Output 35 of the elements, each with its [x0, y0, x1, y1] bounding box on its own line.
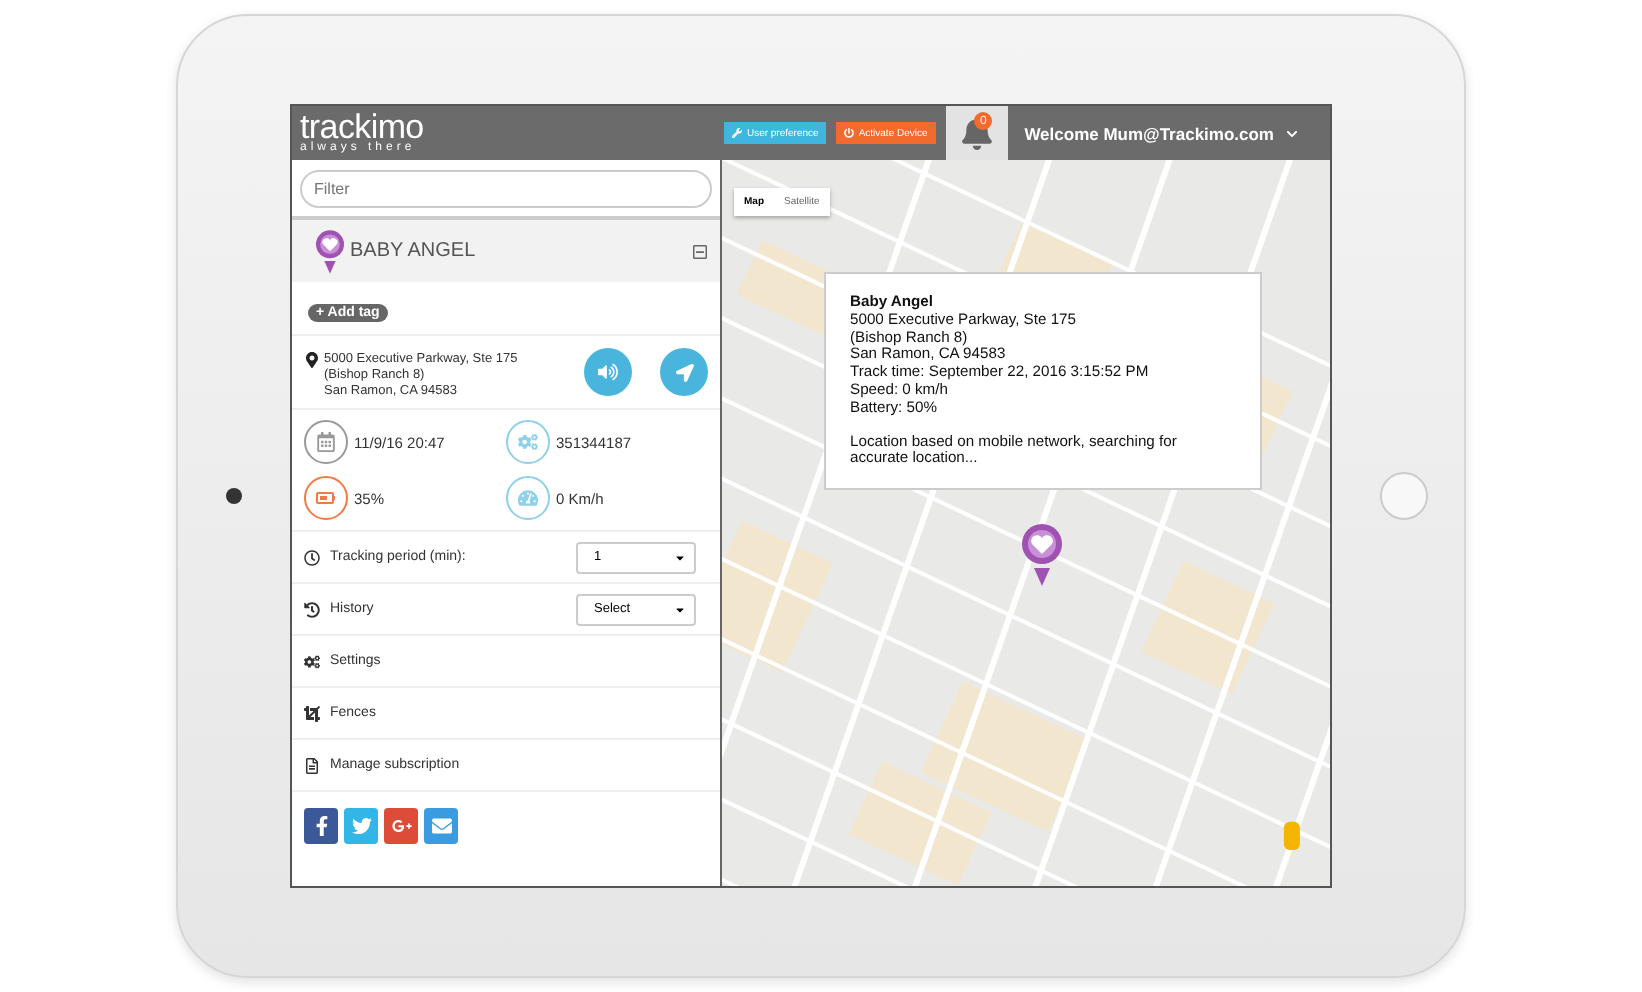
gear-icon — [506, 420, 550, 464]
chevron-down-icon — [1286, 127, 1298, 139]
camera-dot — [226, 488, 242, 504]
clock-icon — [304, 549, 320, 565]
speaker-icon — [598, 362, 618, 382]
twitter-icon — [351, 816, 371, 836]
google-plus-icon — [391, 816, 411, 836]
location-pin-icon — [304, 352, 320, 368]
logo-text: trackimo — [300, 111, 426, 141]
caret-icon — [674, 603, 686, 615]
heart-pin-icon — [1022, 524, 1062, 586]
battery-icon — [304, 476, 348, 520]
navigation-arrow-icon — [675, 363, 693, 381]
wrench-icon — [732, 128, 743, 138]
filter-field[interactable]: Filter — [300, 170, 712, 208]
collapse-icon[interactable] — [692, 243, 708, 259]
facebook-icon — [311, 816, 331, 836]
google-plus-button[interactable] — [384, 808, 418, 844]
document-icon — [304, 757, 320, 773]
facebook-button[interactable] — [304, 808, 338, 844]
heart-pin-icon — [316, 229, 344, 273]
crop-icon — [304, 705, 320, 721]
power-icon — [844, 128, 855, 138]
device-header[interactable]: BABY ANGEL — [292, 220, 720, 282]
envelope-icon — [431, 816, 451, 836]
calendar-icon — [304, 420, 348, 464]
device-name: BABY ANGEL — [350, 240, 478, 262]
speedometer-icon — [506, 476, 550, 520]
locate-button[interactable] — [660, 348, 708, 396]
history-icon — [304, 601, 320, 617]
sound-button[interactable] — [584, 348, 632, 396]
settings-icon — [304, 653, 320, 669]
caret-icon — [674, 551, 686, 563]
email-button[interactable] — [424, 808, 458, 844]
user-menu[interactable]: Welcome Mum@Trackimo.com — [1008, 123, 1330, 143]
